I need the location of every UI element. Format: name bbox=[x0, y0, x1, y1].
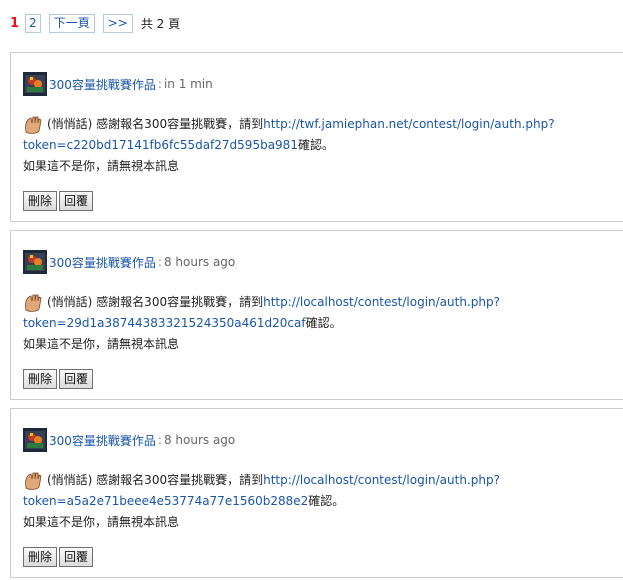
message-actions: 刪除 回覆 bbox=[23, 547, 95, 567]
message-suffix: 確認。 bbox=[305, 316, 342, 330]
pagination: 1 2 下一頁 >> 共 2 頁 bbox=[10, 13, 180, 33]
auth-link-part2[interactable]: token=c220bd17141fb6fc55daf27d595ba981 bbox=[23, 135, 298, 156]
message-header: 300容量挑戰賽作品 : 8 hours ago bbox=[23, 428, 235, 452]
auth-link-part1[interactable]: http://localhost/contest/login/auth.php? bbox=[263, 292, 500, 313]
page-total: 共 2 頁 bbox=[140, 16, 181, 31]
message-header: 300容量挑戰賽作品 : 8 hours ago bbox=[23, 250, 235, 274]
message-card: 300容量挑戰賽作品 : 8 hours ago (悄悄話) 感謝報名300容量… bbox=[10, 408, 623, 578]
next-page-link[interactable]: 下一頁 bbox=[48, 13, 95, 33]
message-note: 如果這不是你，請無視本訊息 bbox=[23, 515, 180, 529]
message-header: 300容量挑戰賽作品 : in 1 min bbox=[23, 72, 213, 96]
whisper-hand-icon bbox=[25, 116, 42, 134]
timestamp: 8 hours ago bbox=[163, 433, 236, 447]
message-body: (悄悄話) 感謝報名300容量挑戰賽，請到 http://twf.jamieph… bbox=[23, 114, 623, 177]
message-actions: 刪除 回覆 bbox=[23, 369, 95, 389]
reply-button[interactable]: 回覆 bbox=[59, 369, 94, 389]
whisper-hand-icon bbox=[25, 472, 42, 490]
auth-link-part2[interactable]: token=29d1a38744383321524350a461d20caf bbox=[23, 313, 306, 334]
timestamp: in 1 min bbox=[163, 77, 213, 91]
delete-button[interactable]: 刪除 bbox=[23, 191, 58, 211]
message-prefix: (悄悄話) 感謝報名300容量挑戰賽，請到 bbox=[47, 295, 264, 309]
page-2-link[interactable]: 2 bbox=[25, 13, 41, 33]
delete-button[interactable]: 刪除 bbox=[23, 369, 58, 389]
separator: : bbox=[157, 433, 162, 447]
message-prefix: (悄悄話) 感謝報名300容量挑戰賽，請到 bbox=[47, 473, 264, 487]
message-note: 如果這不是你，請無視本訊息 bbox=[23, 337, 180, 351]
message-prefix: (悄悄話) 感謝報名300容量挑戰賽，請到 bbox=[47, 117, 264, 131]
current-page: 1 bbox=[10, 15, 20, 31]
delete-button[interactable]: 刪除 bbox=[23, 547, 58, 567]
auth-link-part1[interactable]: http://localhost/contest/login/auth.php? bbox=[263, 470, 500, 491]
avatar[interactable] bbox=[23, 72, 47, 96]
auth-link-part1[interactable]: http://twf.jamiephan.net/contest/login/a… bbox=[263, 114, 554, 135]
message-actions: 刪除 回覆 bbox=[23, 191, 95, 211]
reply-button[interactable]: 回覆 bbox=[59, 191, 94, 211]
avatar[interactable] bbox=[23, 250, 47, 274]
reply-button[interactable]: 回覆 bbox=[59, 547, 94, 567]
sender-name[interactable]: 300容量挑戰賽作品 bbox=[49, 254, 156, 271]
whisper-hand-icon bbox=[25, 294, 42, 312]
separator: : bbox=[157, 255, 162, 269]
message-suffix: 確認。 bbox=[297, 138, 334, 152]
timestamp: 8 hours ago bbox=[163, 255, 236, 269]
message-body: (悄悄話) 感謝報名300容量挑戰賽，請到 http://localhost/c… bbox=[23, 292, 623, 355]
message-card: 300容量挑戰賽作品 : 8 hours ago (悄悄話) 感謝報名300容量… bbox=[10, 230, 623, 400]
message-suffix: 確認。 bbox=[308, 494, 345, 508]
message-body: (悄悄話) 感謝報名300容量挑戰賽，請到 http://localhost/c… bbox=[23, 470, 623, 533]
separator: : bbox=[157, 77, 162, 91]
sender-name[interactable]: 300容量挑戰賽作品 bbox=[49, 76, 156, 93]
last-page-link[interactable]: >> bbox=[102, 13, 133, 33]
avatar[interactable] bbox=[23, 428, 47, 452]
message-note: 如果這不是你，請無視本訊息 bbox=[23, 159, 180, 173]
sender-name[interactable]: 300容量挑戰賽作品 bbox=[49, 432, 156, 449]
message-card: 300容量挑戰賽作品 : in 1 min (悄悄話) 感謝報名300容量挑戰賽… bbox=[10, 52, 623, 222]
auth-link-part2[interactable]: token=a5a2e71beee4e53774a77e1560b288e2 bbox=[23, 491, 308, 512]
